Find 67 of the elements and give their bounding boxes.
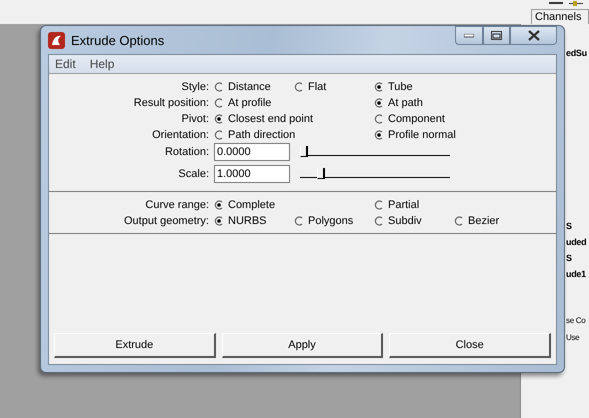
radio-label[interactable]: Distance — [228, 81, 271, 93]
channel-text: Use — [566, 333, 580, 342]
option-label: Output geometry: — [123, 215, 210, 227]
maximize-button[interactable] — [483, 26, 510, 45]
radio-label[interactable]: Component — [388, 113, 445, 125]
app-icon — [48, 32, 65, 48]
minimize-button[interactable] — [455, 26, 483, 45]
channel-text: S — [566, 221, 572, 231]
channel-text: ude1 — [566, 269, 586, 279]
radio-label[interactable]: Flat — [308, 81, 326, 93]
radio-label[interactable]: Polygons — [308, 215, 354, 227]
option-label: Scale: — [177, 168, 210, 180]
radio-label[interactable]: Profile normal — [388, 129, 456, 141]
radio-button[interactable] — [374, 216, 384, 226]
radio-button[interactable] — [214, 130, 224, 140]
radio-button[interactable] — [374, 114, 384, 124]
radio-label[interactable]: Subdiv — [388, 215, 422, 227]
radio-label[interactable]: Tube — [388, 81, 413, 93]
option-label: Style: — [180, 81, 210, 93]
dialog-button[interactable]: Apply — [222, 333, 384, 358]
maximize-icon — [491, 31, 502, 40]
slider-track[interactable] — [300, 166, 450, 178]
radio-button[interactable] — [454, 216, 464, 226]
channels-tab[interactable]: Channels — [531, 9, 589, 24]
menu-item[interactable]: Help — [90, 57, 114, 71]
radio-button[interactable] — [214, 200, 224, 210]
channel-text: uded — [566, 237, 586, 247]
channel-text: S — [566, 253, 572, 263]
radio-button[interactable] — [374, 98, 384, 108]
radio-label[interactable]: Closest end point — [228, 113, 313, 125]
radio-label[interactable]: Path direction — [228, 129, 296, 141]
dialog-button[interactable]: Close — [389, 333, 552, 358]
radio-button[interactable] — [214, 216, 224, 226]
radio-button[interactable] — [214, 82, 224, 92]
option-label: Pivot: — [180, 113, 210, 125]
option-label: Orientation: — [151, 129, 210, 141]
menu-item[interactable]: Edit — [55, 57, 76, 71]
radio-button[interactable] — [294, 216, 304, 226]
radio-label[interactable]: Bezier — [468, 215, 500, 227]
radio-label[interactable]: At path — [388, 97, 423, 109]
radio-button[interactable] — [374, 82, 384, 92]
option-label: Rotation: — [164, 146, 210, 158]
toolbar-icon[interactable] — [549, 1, 563, 7]
radio-button[interactable] — [374, 130, 384, 140]
window-title: Extrude Options — [71, 32, 166, 48]
slider-track[interactable] — [300, 144, 450, 156]
radio-label[interactable]: At profile — [228, 97, 272, 109]
channel-text: edSu — [566, 48, 587, 58]
radio-button[interactable] — [214, 114, 224, 124]
dialog-button[interactable]: Extrude — [54, 333, 216, 358]
radio-button[interactable] — [214, 98, 224, 108]
number-field[interactable]: 0.0000 — [214, 143, 290, 161]
option-label: Curve range: — [144, 199, 210, 211]
radio-label[interactable]: Partial — [388, 199, 420, 211]
slider-thumb[interactable] — [317, 168, 326, 178]
toolbar-icon[interactable] — [569, 1, 583, 7]
minimize-icon — [464, 34, 474, 38]
slider-thumb[interactable] — [300, 146, 308, 156]
channel-text: se Co — [566, 316, 586, 325]
radio-label[interactable]: Complete — [228, 199, 276, 211]
radio-button[interactable] — [374, 200, 384, 210]
radio-button[interactable] — [294, 82, 304, 92]
close-icon — [528, 30, 540, 41]
radio-label[interactable]: NURBS — [228, 215, 267, 227]
close-button[interactable] — [510, 26, 557, 45]
option-label: Result position: — [132, 97, 210, 109]
number-field[interactable]: 1.0000 — [214, 165, 290, 183]
